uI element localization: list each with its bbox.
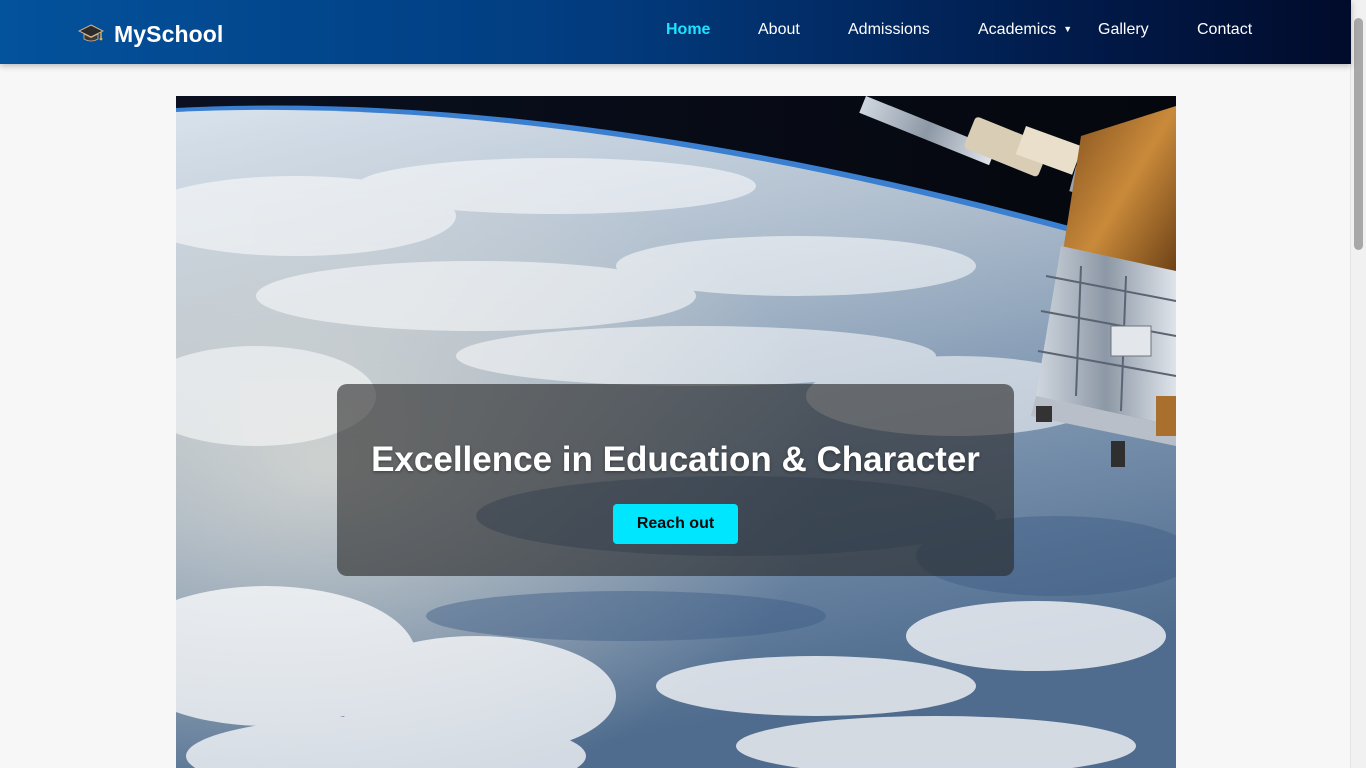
top-navbar: MySchool Home About Admissions Academics…	[0, 0, 1351, 64]
nav-link-academics[interactable]: Academics ▼	[978, 21, 1072, 39]
hero-banner: Excellence in Education & Character Reac…	[176, 96, 1176, 768]
nav-link-home[interactable]: Home	[666, 21, 710, 39]
nav-link-admissions[interactable]: Admissions	[848, 21, 930, 39]
brand-logo-link[interactable]: MySchool	[78, 18, 223, 50]
hero-title: Excellence in Education & Character	[371, 440, 980, 479]
chevron-down-icon: ▼	[1063, 24, 1073, 34]
nav-link-about[interactable]: About	[758, 21, 800, 39]
scrollbar-thumb[interactable]	[1354, 18, 1363, 250]
reach-out-button[interactable]: Reach out	[613, 504, 738, 544]
graduation-cap-icon	[78, 24, 104, 42]
nav-link-gallery[interactable]: Gallery	[1098, 21, 1149, 39]
vertical-scrollbar[interactable]	[1350, 0, 1366, 768]
nav-link-academics-label: Academics	[978, 21, 1057, 38]
nav-link-contact[interactable]: Contact	[1197, 21, 1252, 39]
hero-overlay-card: Excellence in Education & Character Reac…	[337, 384, 1014, 576]
brand-name: MySchool	[114, 20, 224, 47]
